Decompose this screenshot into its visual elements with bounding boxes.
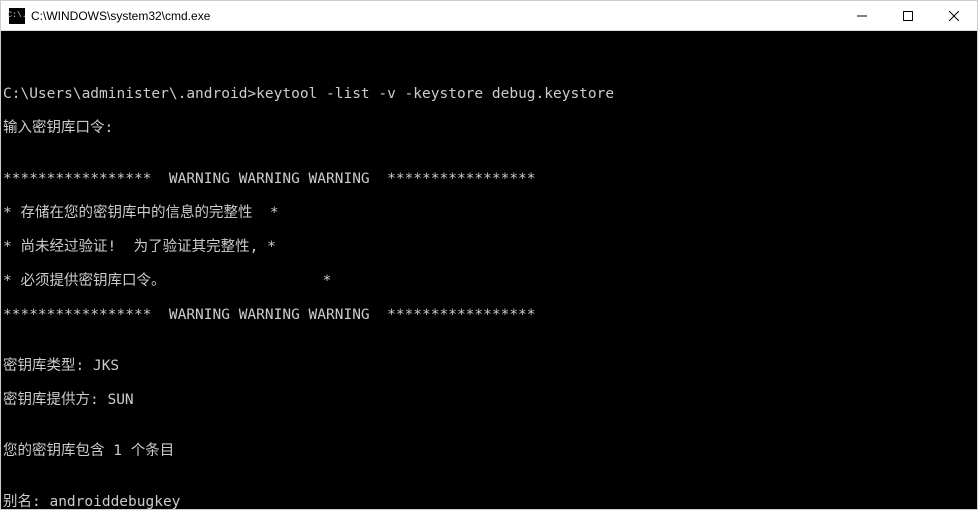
- cmd-window: C:\. C:\WINDOWS\system32\cmd.exe C:\User…: [0, 0, 978, 510]
- blank-line: [3, 52, 975, 69]
- output-line: * 尚未经过验证! 为了验证其完整性, *: [3, 239, 975, 256]
- window-controls: [839, 1, 977, 30]
- output-line: 您的密钥库包含 1 个条目: [3, 443, 975, 460]
- output-line: ***************** WARNING WARNING WARNIN…: [3, 307, 975, 324]
- window-title: C:\WINDOWS\system32\cmd.exe: [31, 9, 839, 23]
- close-button[interactable]: [931, 1, 977, 30]
- maximize-button[interactable]: [885, 1, 931, 30]
- output-line: 密钥库类型: JKS: [3, 358, 975, 375]
- titlebar: C:\. C:\WINDOWS\system32\cmd.exe: [1, 1, 977, 31]
- cmd-icon: C:\.: [9, 8, 25, 24]
- output-line: * 存储在您的密钥库中的信息的完整性 *: [3, 205, 975, 222]
- terminal-output[interactable]: C:\Users\administer\.android>keytool -li…: [1, 31, 977, 509]
- prompt-line: C:\Users\administer\.android>keytool -li…: [3, 86, 975, 103]
- minimize-button[interactable]: [839, 1, 885, 30]
- output-line: 别名: androiddebugkey: [3, 494, 975, 509]
- output-line: ***************** WARNING WARNING WARNIN…: [3, 171, 975, 188]
- command-text: keytool -list -v -keystore debug.keystor…: [256, 86, 614, 102]
- output-line: 密钥库提供方: SUN: [3, 392, 975, 409]
- prompt-text: C:\Users\administer\.android>: [3, 86, 256, 102]
- output-line: 输入密钥库口令:: [3, 120, 975, 137]
- output-line: * 必须提供密钥库口令。 *: [3, 273, 975, 290]
